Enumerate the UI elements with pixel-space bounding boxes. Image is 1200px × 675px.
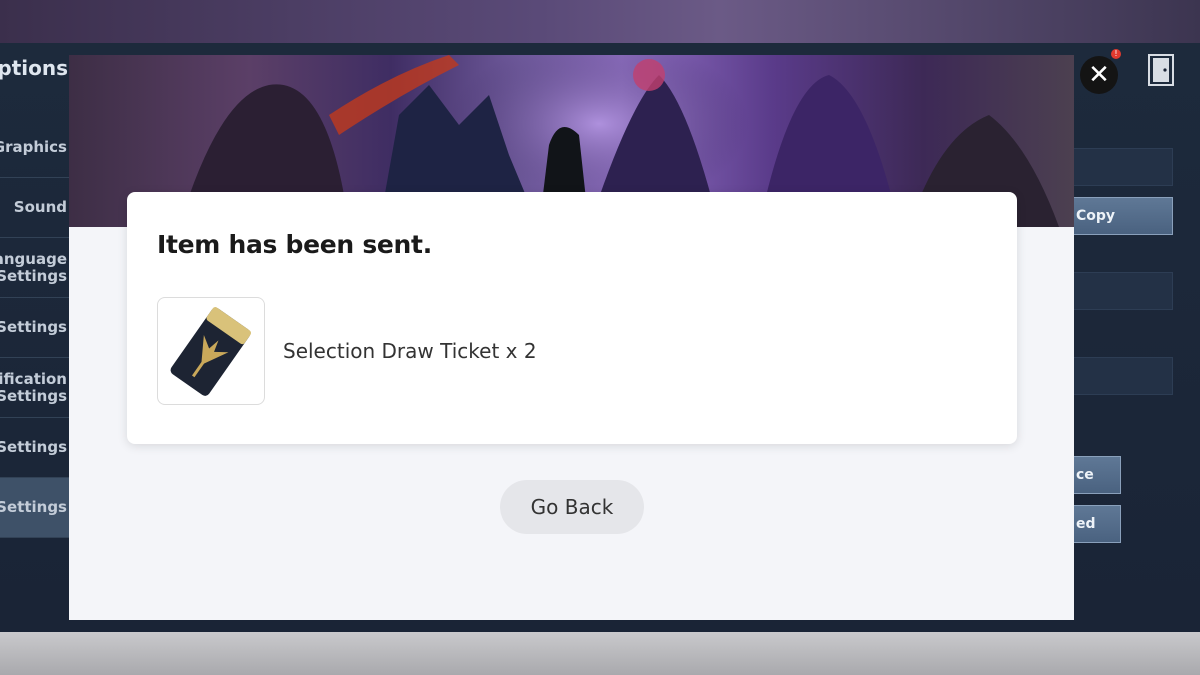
exit-door-icon[interactable] xyxy=(1148,54,1174,86)
settings-slot xyxy=(1073,272,1173,310)
item-thumbnail xyxy=(157,297,265,405)
item-name: Selection Draw Ticket x 2 xyxy=(283,339,537,363)
copy-button[interactable]: Copy xyxy=(1073,197,1173,235)
menu-item-label: Sound xyxy=(13,198,67,216)
menu-item-label: Game Settings xyxy=(0,438,67,456)
menu-item-label: Control Settings xyxy=(0,318,67,336)
go-back-button[interactable]: Go Back xyxy=(500,480,644,534)
menu-item-language[interactable]: Language Settings xyxy=(0,238,69,298)
top-bar xyxy=(0,0,1200,43)
menu-item-label: Graphics xyxy=(0,138,67,156)
menu-item-notification[interactable]: Notification Settings xyxy=(0,358,69,418)
card-title: Item has been sent. xyxy=(157,230,432,259)
linked-button-label: ed xyxy=(1076,516,1096,532)
notification-badge: ! xyxy=(1111,49,1121,59)
linked-button[interactable]: ed xyxy=(1073,505,1121,543)
ticket-icon xyxy=(170,307,252,396)
service-button-label: ce xyxy=(1076,467,1094,483)
menu-item-label: Account Settings xyxy=(0,498,67,516)
menu-item-sound[interactable]: Sound xyxy=(0,178,69,238)
menu-item-label: Language Settings xyxy=(0,249,67,285)
menu-item-control[interactable]: Control Settings xyxy=(0,298,69,358)
menu-item-game[interactable]: Game Settings xyxy=(0,418,69,478)
settings-slot xyxy=(1073,148,1173,186)
menu-item-account[interactable]: Account Settings xyxy=(0,478,69,538)
options-title: Options xyxy=(0,56,68,80)
item-sent-card: Item has been sent. Selection Draw Ticke… xyxy=(127,192,1017,444)
bottom-bar xyxy=(0,632,1200,675)
menu-item-graphics[interactable]: Graphics xyxy=(0,118,69,178)
settings-slot xyxy=(1073,357,1173,395)
service-button[interactable]: ce xyxy=(1073,456,1121,494)
options-menu: Graphics Sound Language Settings Control… xyxy=(0,118,69,538)
menu-item-label: Notification Settings xyxy=(0,369,67,405)
close-icon[interactable]: ✕ xyxy=(1080,56,1118,94)
copy-button-label: Copy xyxy=(1076,208,1116,224)
